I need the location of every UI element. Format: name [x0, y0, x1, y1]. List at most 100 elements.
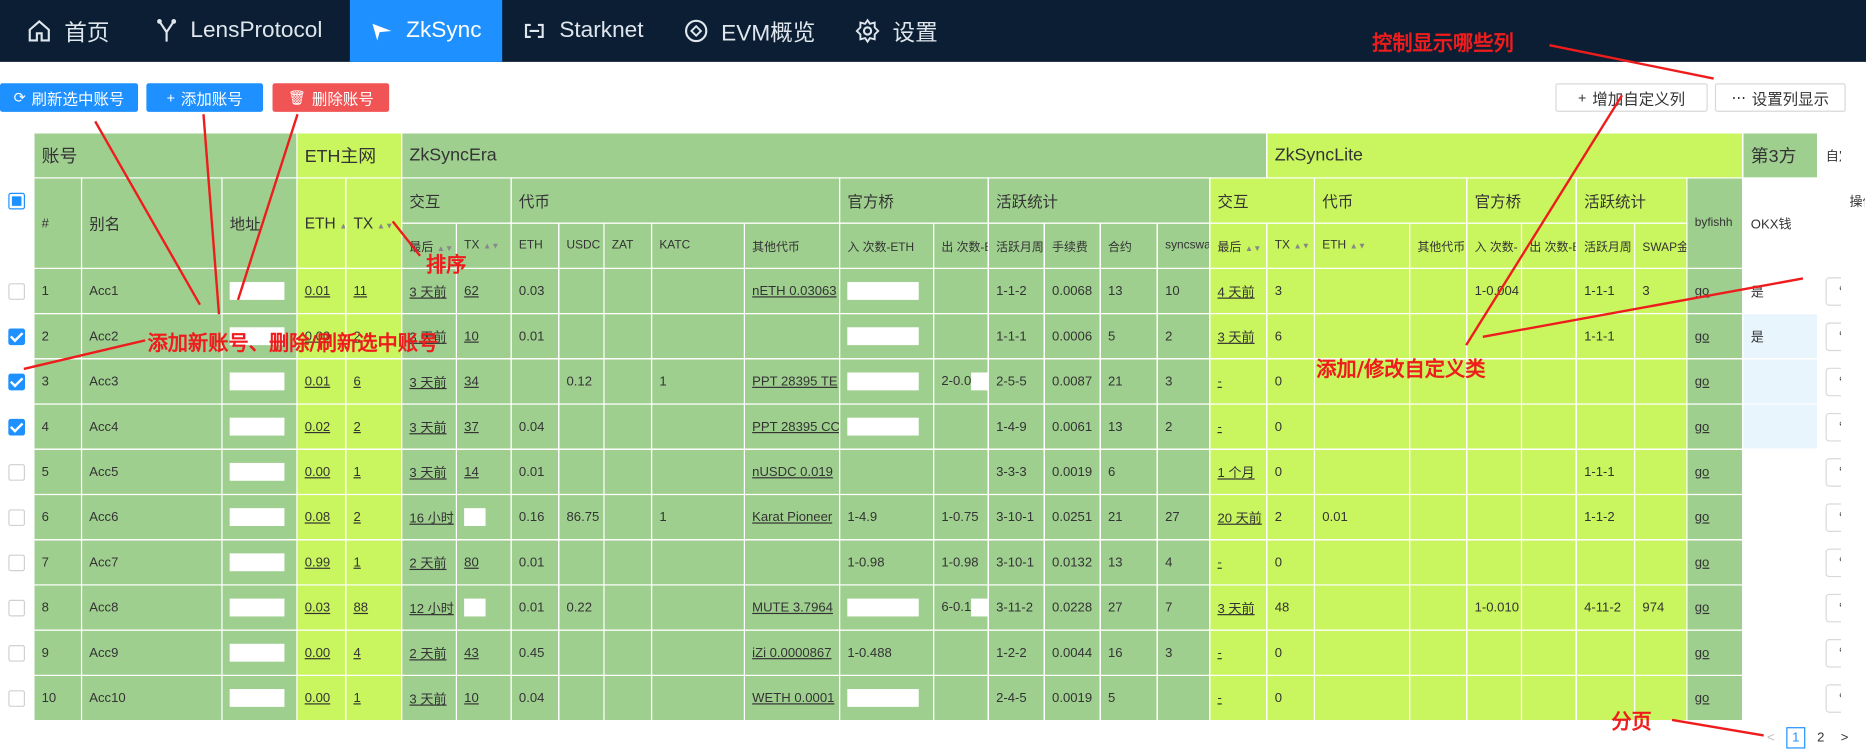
cell-era-tx-value[interactable]: 43	[464, 646, 479, 660]
cell-lite-last[interactable]: 3 天前	[1209, 312, 1268, 360]
cell-era-other-value[interactable]: nETH 0.03063	[752, 284, 836, 298]
edit-icon[interactable]: ✎	[1825, 412, 1841, 441]
nav-home[interactable]: 首页	[26, 0, 133, 62]
cell-era-other[interactable]: Karat Pioneer	[743, 493, 841, 541]
row-checkbox[interactable]	[8, 282, 25, 300]
cell-era-other[interactable]: MUTE 3.7964	[743, 584, 841, 631]
edit-icon[interactable]: ✎	[1825, 321, 1841, 351]
cell-eth-balance[interactable]: 0.01	[296, 358, 347, 405]
cell-eth-balance[interactable]: 0.99	[296, 539, 347, 586]
cell-era-other[interactable]	[743, 539, 841, 586]
cell-byfishh[interactable]: go	[1686, 539, 1744, 586]
cell-lite-last-value[interactable]: 1 个月	[1217, 466, 1254, 480]
cell-eth-balance-value[interactable]: 0.01	[305, 374, 330, 388]
cell-lite-last-value[interactable]: -	[1217, 646, 1221, 660]
cell-eth-tx-value[interactable]: 1	[353, 555, 360, 569]
cell-era-other-value[interactable]: MUTE 3.7964	[752, 600, 833, 614]
row-select-cell[interactable]	[0, 584, 35, 631]
sort-icon[interactable]: ▲▼	[483, 243, 499, 251]
cell-era-tx[interactable]: 37	[455, 403, 512, 450]
cell-era-tx-value[interactable]: 10	[464, 691, 479, 705]
nav-evm[interactable]: EVM概览	[683, 0, 838, 62]
cell-era-tx[interactable]: 10	[455, 312, 512, 360]
cell-byfishh[interactable]: go	[1686, 267, 1744, 315]
cell-byfishh-value[interactable]: go	[1695, 646, 1710, 660]
cell-era-last-value[interactable]: 3 天前	[409, 375, 446, 389]
row-select-cell[interactable]	[0, 448, 35, 496]
cell-era-tx-value[interactable]: 10	[464, 329, 479, 343]
cell-era-last[interactable]: 16 小时	[401, 493, 458, 541]
row-checkbox[interactable]	[8, 463, 25, 481]
edit-icon[interactable]: ✎	[1825, 502, 1841, 532]
refresh-selected-button[interactable]: ⟳ 刷新选中账号	[0, 83, 139, 112]
cell-lite-last[interactable]: 4 天前	[1209, 267, 1268, 315]
cell-era-other-value[interactable]: WETH 0.0001	[752, 691, 834, 705]
edit-icon[interactable]: ✎	[1825, 593, 1841, 622]
cell-byfishh[interactable]: go	[1686, 403, 1744, 450]
cell-era-last-value[interactable]: 2 天前	[409, 647, 446, 661]
edit-icon[interactable]: ✎	[1825, 548, 1841, 577]
nav-zksync[interactable]: ZkSync	[349, 0, 503, 62]
cell-era-other[interactable]: PPT 28395 TE	[743, 358, 841, 405]
cell-lite-last[interactable]: -	[1209, 539, 1268, 586]
cell-era-last[interactable]: 3 天前	[401, 674, 458, 722]
cell-lite-last-value[interactable]: -	[1217, 374, 1221, 388]
cell-era-tx-value[interactable]: 14	[464, 465, 479, 479]
cell-era-other[interactable]: WETH 0.0001	[743, 674, 841, 722]
nav-settings[interactable]: 设置	[854, 0, 961, 62]
cell-eth-tx-value[interactable]: 88	[353, 600, 368, 614]
nav-starknet[interactable]: Starknet	[521, 0, 664, 62]
cell-era-other[interactable]: PPT 28395 CC	[743, 403, 841, 450]
cell-byfishh-value[interactable]: go	[1695, 555, 1710, 569]
cell-eth-tx-value[interactable]: 1	[353, 465, 360, 479]
row-checkbox[interactable]	[8, 418, 25, 435]
cell-lite-last-value[interactable]: -	[1217, 691, 1221, 705]
cell-eth-balance-value[interactable]: 0.01	[305, 284, 330, 298]
cell-byfishh-value[interactable]: go	[1695, 510, 1710, 524]
prev-page-button[interactable]: <	[1762, 728, 1779, 747]
cell-era-tx[interactable]: 10	[455, 674, 512, 722]
cell-era-other-value[interactable]: PPT 28395 CC	[752, 419, 838, 433]
cell-eth-tx-value[interactable]: 6	[353, 374, 360, 388]
sort-icon[interactable]: ▲▼	[1350, 243, 1366, 251]
cell-era-last[interactable]: 3 天前	[401, 403, 458, 450]
cell-era-tx-value[interactable]: 37	[464, 419, 479, 433]
cell-lite-last-value[interactable]: -	[1217, 555, 1221, 569]
delete-account-button[interactable]: 🗑 删除账号	[272, 83, 390, 112]
row-checkbox[interactable]	[8, 689, 25, 707]
cell-eth-tx[interactable]: 88	[345, 584, 403, 631]
cell-lite-last-value[interactable]: 20 天前	[1217, 511, 1261, 525]
cell-byfishh-value[interactable]: go	[1695, 419, 1710, 433]
cell-era-tx[interactable]: 34	[455, 358, 512, 405]
page-2-button[interactable]: 2	[1812, 728, 1829, 747]
cell-era-other-value[interactable]: Karat Pioneer	[752, 510, 832, 524]
cell-byfishh-value[interactable]: go	[1695, 284, 1710, 298]
cell-eth-balance[interactable]: 0.00	[296, 448, 347, 496]
cell-lite-last[interactable]: 20 天前	[1209, 493, 1268, 541]
cell-lite-last[interactable]: 3 天前	[1209, 584, 1268, 631]
cell-eth-balance[interactable]: 0.00	[296, 629, 347, 676]
cell-lite-last-value[interactable]: 3 天前	[1217, 602, 1254, 616]
row-checkbox[interactable]	[8, 508, 25, 526]
row-select-cell[interactable]	[0, 629, 35, 676]
cell-era-tx[interactable]: 80	[455, 539, 512, 586]
cell-eth-tx-value[interactable]: 2	[353, 419, 360, 433]
row-checkbox[interactable]	[8, 599, 25, 616]
cell-eth-tx[interactable]: 4	[345, 629, 403, 676]
cell-eth-balance-value[interactable]: 0.03	[305, 600, 330, 614]
cell-era-last-value[interactable]: 3 天前	[409, 692, 446, 706]
cell-lite-last-value[interactable]: -	[1217, 419, 1221, 433]
cell-eth-balance[interactable]: 0.01	[296, 267, 347, 315]
row-select-cell[interactable]	[0, 312, 35, 360]
cell-era-last[interactable]: 2 天前	[401, 629, 458, 676]
cell-era-other-value[interactable]: iZi 0.0000867	[752, 646, 831, 660]
cell-eth-balance-value[interactable]: 0.08	[305, 510, 330, 524]
cell-eth-tx[interactable]: 1	[345, 448, 403, 496]
cell-era-tx-value[interactable]: 34	[464, 374, 479, 388]
cell-era-last-value[interactable]: 3 天前	[409, 285, 446, 299]
cell-byfishh[interactable]: go	[1686, 312, 1744, 360]
cell-eth-tx[interactable]: 2	[345, 403, 403, 450]
next-page-button[interactable]: >	[1836, 728, 1853, 747]
cell-byfishh[interactable]: go	[1686, 448, 1744, 496]
cell-era-last-value[interactable]: 3 天前	[409, 421, 446, 435]
